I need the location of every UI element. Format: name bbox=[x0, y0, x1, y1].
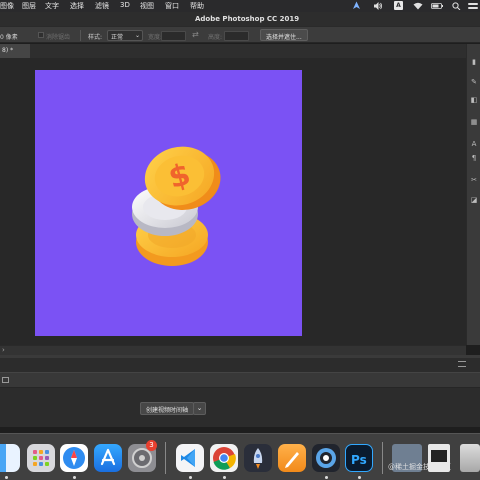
canvas-workspace[interactable]: $ bbox=[0, 58, 466, 345]
chevron-down-icon: ⌄ bbox=[134, 32, 140, 39]
cinema4d-icon[interactable] bbox=[312, 444, 340, 472]
menu-type[interactable]: 文字 bbox=[45, 1, 59, 11]
style-label: 样式: bbox=[88, 34, 103, 41]
running-indicator bbox=[189, 476, 192, 479]
antialias-label: 消除锯齿 bbox=[46, 34, 71, 41]
render-icon[interactable] bbox=[2, 377, 9, 383]
options-bar: 0 像素 消除锯齿 样式: 正常 ⌄ 宽度: ⇄ 高度: 选择并遮住... bbox=[0, 26, 480, 43]
volume-icon[interactable] bbox=[374, 2, 383, 10]
chevron-down-icon[interactable]: ⌄ bbox=[193, 402, 206, 415]
separator bbox=[80, 30, 81, 41]
brush-icon[interactable]: ✎ bbox=[470, 78, 478, 86]
menu-filter[interactable]: 滤镜 bbox=[95, 1, 109, 11]
window-title-bar: Adobe Photoshop CC 2019 bbox=[0, 12, 480, 26]
running-indicator bbox=[325, 476, 328, 479]
style-select[interactable]: 正常 ⌄ bbox=[107, 30, 143, 41]
watermark-text: @稀土掘金技术社区 bbox=[388, 463, 451, 471]
menu-window[interactable]: 窗口 bbox=[165, 1, 179, 11]
menu-layer[interactable]: 图层 bbox=[22, 1, 36, 11]
wifi-icon[interactable] bbox=[413, 2, 423, 10]
menu-select[interactable]: 选择 bbox=[70, 1, 84, 11]
select-and-mask-button[interactable]: 选择并遮住... bbox=[260, 29, 308, 41]
create-video-timeline-button[interactable]: 创建视频时间轴 bbox=[140, 402, 195, 415]
history-icon[interactable]: ▮ bbox=[470, 58, 478, 66]
chrome-icon[interactable] bbox=[210, 444, 238, 472]
height-field[interactable] bbox=[224, 31, 249, 41]
dock-separator bbox=[382, 442, 383, 474]
running-indicator bbox=[5, 476, 8, 479]
layers-icon[interactable]: ◧ bbox=[470, 96, 478, 104]
width-label: 宽度: bbox=[148, 34, 163, 41]
grid-icon[interactable]: ▦ bbox=[470, 118, 478, 126]
scroll-right-icon[interactable]: › bbox=[2, 346, 5, 354]
search-icon[interactable] bbox=[452, 2, 461, 10]
style-value: 正常 bbox=[111, 34, 124, 41]
timeline-toolbar bbox=[0, 372, 480, 388]
app-store-icon[interactable] bbox=[94, 444, 122, 472]
menu-3d[interactable]: 3D bbox=[120, 1, 130, 9]
timeline-panel: 创建视频时间轴 ⌄ bbox=[0, 355, 480, 427]
launchpad-icon[interactable] bbox=[27, 444, 55, 472]
menu-image[interactable]: 图像 bbox=[0, 1, 14, 11]
window-title: Adobe Photoshop CC 2019 bbox=[195, 15, 300, 23]
svg-text:Ps: Ps bbox=[351, 453, 367, 467]
control-center-icon[interactable] bbox=[468, 2, 478, 10]
running-indicator bbox=[73, 476, 76, 479]
height-label: 高度: bbox=[208, 34, 223, 41]
paragraph-icon[interactable]: ¶ bbox=[470, 154, 478, 162]
adjustments-icon[interactable]: ◪ bbox=[470, 196, 478, 204]
pencil-app-icon[interactable] bbox=[278, 444, 306, 472]
width-field[interactable] bbox=[161, 31, 186, 41]
running-indicator bbox=[358, 476, 361, 479]
trash-icon[interactable] bbox=[460, 444, 480, 472]
photoshop-icon[interactable]: Ps bbox=[345, 444, 373, 472]
input-source-icon[interactable]: A bbox=[394, 1, 403, 10]
running-indicator bbox=[223, 476, 226, 479]
dock: 3 Ps @稀土掘金技术社区 bbox=[0, 433, 480, 480]
document-canvas[interactable]: $ bbox=[35, 70, 302, 336]
document-tab[interactable]: 8) * bbox=[0, 44, 30, 58]
notification-badge: 3 bbox=[146, 440, 157, 451]
rocket-icon[interactable] bbox=[244, 444, 272, 472]
antialias-checkbox[interactable] bbox=[38, 32, 44, 38]
menu-bar: 图像 图层 文字 选择 滤镜 3D 视图 窗口 帮助 A bbox=[0, 0, 480, 12]
coin-stack-illustration: $ bbox=[132, 146, 221, 266]
right-panel-toolbar: ▮ ✎ ◧ ▦ A ¶ ✂ ◪ bbox=[466, 44, 480, 345]
document-tab-bar: 8) * bbox=[0, 44, 466, 58]
safari-icon[interactable] bbox=[60, 444, 88, 472]
vscode-icon[interactable] bbox=[176, 444, 204, 472]
menu-view[interactable]: 视图 bbox=[140, 1, 154, 11]
menu-help[interactable]: 帮助 bbox=[190, 1, 204, 11]
feather-value[interactable]: 0 像素 bbox=[0, 32, 18, 41]
app-status-icon[interactable] bbox=[352, 1, 361, 10]
swap-icon[interactable]: ⇄ bbox=[192, 30, 199, 39]
panel-menu-icon[interactable] bbox=[458, 361, 466, 367]
finder-icon[interactable] bbox=[0, 444, 20, 472]
document-tab-label: 8) * bbox=[2, 47, 14, 54]
horizontal-scrollbar[interactable]: › bbox=[0, 345, 466, 355]
tools-icon[interactable]: ✂ bbox=[470, 176, 478, 184]
character-icon[interactable]: A bbox=[470, 140, 478, 148]
dock-separator bbox=[165, 442, 166, 474]
battery-icon[interactable] bbox=[431, 3, 443, 9]
